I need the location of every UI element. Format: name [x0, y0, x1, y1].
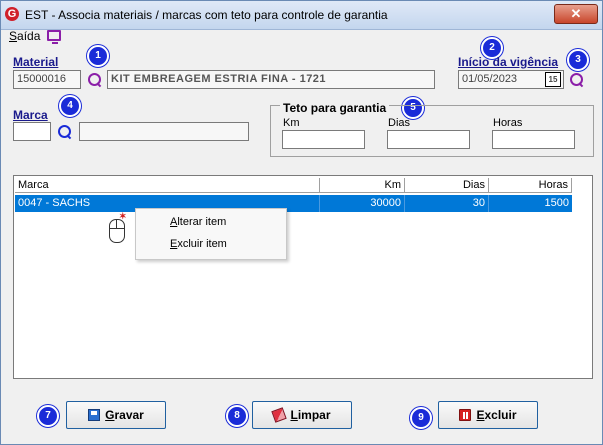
- excluir-button[interactable]: Excluir: [438, 401, 538, 429]
- vigencia-date-field[interactable]: 01/05/2023 15: [458, 70, 564, 89]
- grid-header: Marca Km Dias Horas: [14, 178, 572, 194]
- eraser-icon: [271, 407, 288, 423]
- cell-horas: 1500: [544, 197, 569, 209]
- callout-4: 4: [59, 95, 81, 117]
- callout-8: 8: [226, 405, 248, 427]
- title-bar[interactable]: G EST - Associa materiais / marcas com t…: [1, 1, 602, 30]
- gravar-label: ravar: [114, 408, 144, 422]
- material-description-field: KIT EMBREAGEM ESTRIA FINA - 1721: [107, 70, 435, 89]
- teto-horas-field[interactable]: [492, 130, 575, 149]
- teto-horas-label: Horas: [493, 117, 523, 129]
- context-menu-alterar-item[interactable]: Alterar item: [170, 216, 226, 228]
- brands-grid[interactable]: Marca Km Dias Horas 0047 - SACHS 30000 3…: [13, 175, 593, 379]
- save-icon: [88, 409, 101, 421]
- trash-icon: [459, 409, 472, 421]
- context-menu: Alterar item Excluir item: [135, 208, 287, 260]
- click-indicator-icon: ✶: [119, 211, 127, 221]
- context-menu-excluir-item[interactable]: Excluir item: [170, 238, 227, 250]
- teto-dias-label: Dias: [388, 117, 411, 129]
- vigencia-label: Início da vigência: [458, 55, 559, 69]
- menu-saida-mnemonic: S: [9, 29, 18, 43]
- menu-bar: Saída: [1, 29, 602, 45]
- window-title: EST - Associa materiais / marcas com tet…: [25, 8, 388, 22]
- close-button[interactable]: ✕: [554, 4, 598, 24]
- marca-label: Marca: [13, 108, 48, 122]
- excluir-item-label: xcluir item: [177, 238, 227, 250]
- limpar-mnemonic: L: [290, 408, 298, 422]
- vigencia-date-value: 01/05/2023: [462, 73, 518, 85]
- calendar-icon[interactable]: 15: [545, 72, 561, 87]
- alterar-label: lterar item: [177, 216, 227, 228]
- app-window: G EST - Associa materiais / marcas com t…: [0, 0, 603, 445]
- limpar-label: impar: [297, 408, 331, 422]
- material-label: Material: [13, 55, 59, 69]
- material-code-field[interactable]: 15000016: [13, 70, 81, 89]
- excluir-mnemonic: E: [476, 408, 485, 422]
- teto-km-field[interactable]: [282, 130, 365, 149]
- excluir-label: xcluir: [484, 408, 517, 422]
- limpar-button[interactable]: Limpar: [252, 401, 352, 429]
- marca-description-field: [79, 122, 249, 141]
- teto-dias-field[interactable]: [387, 130, 470, 149]
- table-row[interactable]: 0047 - SACHS 30000 30 1500: [15, 195, 572, 212]
- column-header-dias[interactable]: Dias: [405, 178, 489, 193]
- callout-1: 1: [87, 45, 109, 67]
- callout-3: 3: [567, 49, 589, 71]
- monitor-icon[interactable]: [47, 30, 61, 44]
- column-header-marca[interactable]: Marca: [15, 178, 320, 193]
- mouse-right-click-icon: [109, 219, 125, 243]
- column-header-km[interactable]: Km: [320, 178, 405, 193]
- material-search-icon[interactable]: [87, 72, 103, 88]
- cell-km: 30000: [320, 195, 405, 212]
- menu-saida[interactable]: Saída: [9, 29, 40, 43]
- marca-search-icon[interactable]: [57, 124, 73, 140]
- callout-9: 9: [410, 407, 432, 429]
- teto-km-label: Km: [283, 117, 300, 129]
- vigencia-search-icon[interactable]: [569, 72, 585, 88]
- marca-code-field[interactable]: [13, 122, 51, 141]
- callout-7: 7: [37, 405, 59, 427]
- cell-dias: 30: [405, 195, 489, 212]
- column-header-horas[interactable]: Horas: [489, 178, 572, 193]
- menu-saida-label: aída: [17, 29, 41, 43]
- app-logo-icon: G: [5, 7, 19, 21]
- teto-group-title: Teto para garantia: [280, 101, 390, 115]
- gravar-button[interactable]: Gravar: [66, 401, 166, 429]
